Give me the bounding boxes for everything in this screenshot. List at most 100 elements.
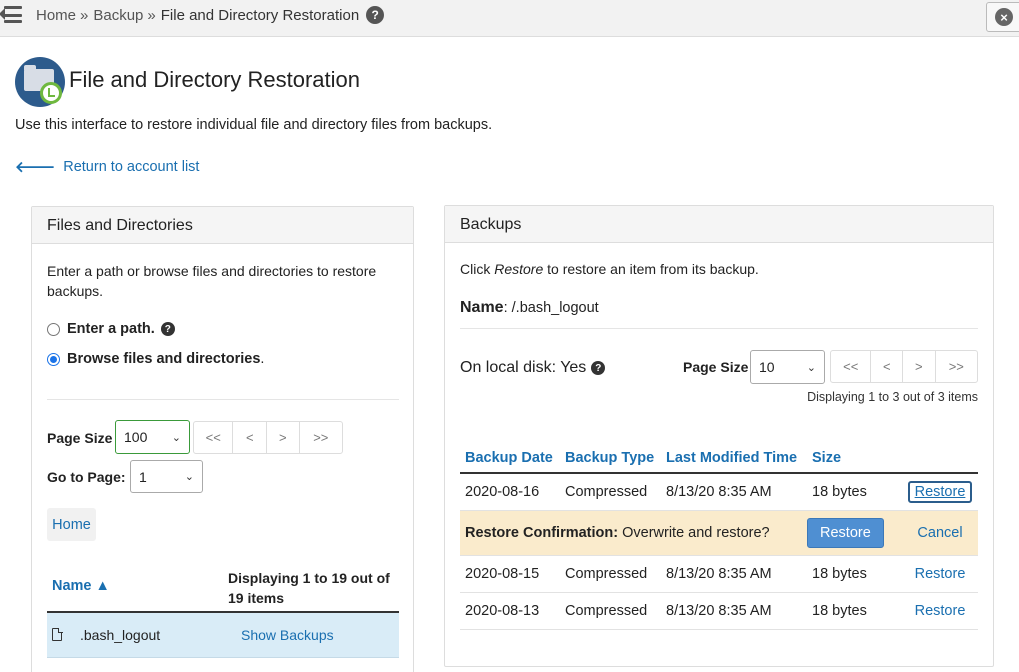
backup-type-column-header[interactable]: Backup Type: [560, 441, 661, 474]
table-row: 2020-08-15 Compressed 8/13/20 8:35 AM 18…: [460, 555, 978, 593]
chevron-down-icon: ⌄: [184, 471, 194, 483]
table-row: 2020-08-16 Compressed 8/13/20 8:35 AM 18…: [460, 473, 978, 511]
table-row[interactable]: .bash_logout Show Backups: [47, 613, 399, 658]
page-size-value: 100: [124, 429, 148, 445]
panel-description: Enter a path or browse files and directo…: [47, 263, 377, 299]
page-size-select[interactable]: 10 ⌄: [750, 350, 825, 384]
radio-browse-row: Browse files and directories.: [47, 351, 264, 367]
breadcrumb-home[interactable]: Home: [36, 7, 76, 24]
action-cell: Restore: [897, 592, 978, 630]
help-icon[interactable]: ?: [160, 322, 175, 336]
files-directories-panel: Files and Directories Enter a path or br…: [31, 206, 414, 672]
last-modified: 8/13/20 8:35 AM: [661, 473, 807, 511]
goto-page-label: Go to Page:: [47, 469, 126, 485]
page-description: Use this interface to restore individual…: [15, 117, 493, 133]
displaying-count: Displaying 1 to 19 out of 19 items: [228, 570, 390, 606]
help-icon[interactable]: ?: [591, 361, 606, 375]
panel-title: Files and Directories: [32, 207, 413, 244]
chevron-down-icon: ⌄: [171, 431, 181, 444]
restore-link[interactable]: Restore: [915, 603, 966, 619]
confirm-message: Restore Confirmation: Overwrite and rest…: [460, 510, 807, 556]
actions-column-header: [897, 441, 978, 474]
next-page-button[interactable]: >: [267, 422, 300, 453]
confirm-restore-button[interactable]: Restore: [807, 517, 884, 548]
close-button[interactable]: ×: [986, 2, 1019, 32]
goto-page-select[interactable]: 1 ⌄: [130, 460, 203, 493]
radio-browse-label[interactable]: Browse files and directories: [67, 351, 260, 367]
return-to-account-list-link[interactable]: 🡐 Return to account list: [15, 157, 200, 177]
backup-type: Compressed: [560, 555, 661, 593]
radio-browse[interactable]: [47, 352, 60, 366]
prev-page-button[interactable]: <: [871, 351, 904, 382]
help-icon[interactable]: ?: [366, 6, 385, 24]
arrow-left-icon: 🡐: [15, 159, 56, 176]
restore-link[interactable]: Restore: [907, 480, 973, 503]
page-size-value: 10: [759, 359, 775, 375]
first-page-button[interactable]: <<: [831, 351, 872, 382]
radio-enter-path-label[interactable]: Enter a path.: [67, 321, 155, 337]
pagination: << < > >>: [830, 350, 978, 383]
table-header-row: Backup Date Backup Type Last Modified Ti…: [460, 441, 978, 474]
panel-title: Backups: [445, 206, 993, 243]
confirm-cancel-cell: Cancel: [897, 510, 978, 556]
goto-page-value: 1: [139, 468, 147, 485]
name-column-header[interactable]: Name ▲: [52, 578, 110, 594]
local-disk-text: On local disk: Yes: [460, 359, 587, 376]
first-page-button[interactable]: <<: [194, 422, 234, 453]
page-size-label: Page Size: [47, 430, 113, 446]
menu-icon[interactable]: [0, 6, 22, 26]
radio-enter-path[interactable]: [47, 322, 60, 336]
item-name: Name: /.bash_logout: [460, 299, 599, 317]
last-page-button[interactable]: >>: [936, 351, 977, 382]
prev-page-button[interactable]: <: [233, 422, 268, 453]
backups-panel: Backups Click Restore to restore an item…: [444, 205, 994, 667]
page-title: File and Directory Restoration: [69, 67, 361, 92]
description-emphasis: Restore: [494, 261, 544, 277]
table-row: 2020-08-13 Compressed 8/13/20 8:35 AM 18…: [460, 592, 978, 630]
breadcrumb: Home » Backup » File and Directory Resto…: [36, 6, 385, 24]
cancel-link[interactable]: Cancel: [917, 525, 962, 541]
size: 18 bytes: [807, 473, 897, 511]
return-link-label: Return to account list: [63, 158, 200, 175]
last-modified: 8/13/20 8:35 AM: [661, 592, 807, 630]
chevron-down-icon: ⌄: [806, 361, 816, 374]
backup-type: Compressed: [560, 592, 661, 630]
confirm-label: Restore Confirmation:: [465, 524, 619, 541]
restore-confirmation-row: Restore Confirmation: Overwrite and rest…: [460, 510, 978, 556]
file-icon: [52, 627, 63, 641]
page-size-select[interactable]: 100 ⌄: [115, 420, 190, 454]
files-table-header: Name ▲ Displaying 1 to 19 out of 19 item…: [47, 567, 399, 613]
action-cell: Restore: [897, 555, 978, 593]
breadcrumb-backup[interactable]: Backup: [93, 7, 143, 24]
restore-link[interactable]: Restore: [915, 566, 966, 582]
page-size-label: Page Size: [683, 359, 749, 375]
backup-date: 2020-08-16: [460, 473, 560, 511]
displaying-count: Displaying 1 to 3 out of 3 items: [807, 390, 978, 404]
size: 18 bytes: [807, 592, 897, 630]
local-disk-status: On local disk: Yes ?: [460, 359, 606, 377]
description-text: Click: [460, 261, 495, 277]
last-page-button[interactable]: >>: [300, 422, 342, 453]
backups-table: Backup Date Backup Type Last Modified Ti…: [460, 441, 978, 630]
top-bar: Home » Backup » File and Directory Resto…: [0, 0, 1019, 37]
radio-browse-suffix: .: [260, 351, 265, 367]
name-value: : /.bash_logout: [503, 300, 599, 316]
panel-description: Click Restore to restore an item from it…: [460, 261, 759, 277]
action-cell: Restore: [897, 473, 978, 511]
next-page-button[interactable]: >: [903, 351, 936, 382]
size-column-header[interactable]: Size: [807, 441, 897, 474]
home-button[interactable]: Home: [47, 508, 96, 541]
divider: [460, 328, 978, 329]
last-modified: 8/13/20 8:35 AM: [661, 555, 807, 593]
backup-date-column-header[interactable]: Backup Date: [460, 441, 560, 474]
name-label: Name: [460, 299, 504, 316]
last-modified-column-header[interactable]: Last Modified Time: [661, 441, 807, 474]
show-backups-link[interactable]: Show Backups: [241, 627, 334, 643]
breadcrumb-separator: »: [80, 6, 89, 24]
backup-date: 2020-08-13: [460, 592, 560, 630]
pagination: << < > >>: [193, 421, 343, 454]
description-text: to restore an item from its backup.: [543, 261, 759, 277]
breadcrumb-current: File and Directory Restoration: [160, 6, 360, 24]
file-name: .bash_logout: [80, 627, 161, 643]
confirm-text: Overwrite and restore?: [618, 524, 770, 541]
